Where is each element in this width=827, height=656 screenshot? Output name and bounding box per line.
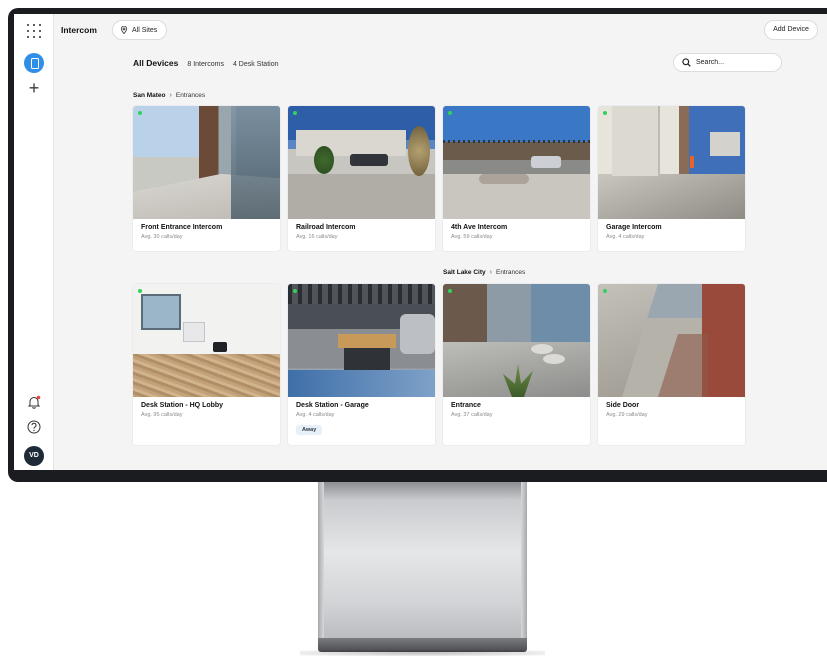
device-card-4th-ave[interactable]: 4th Ave Intercom Avg. 59 calls/day — [443, 106, 590, 251]
tab-desk-station[interactable]: 4 Desk Station — [233, 61, 279, 68]
device-name: Desk Station - Garage — [296, 402, 369, 409]
online-status-dot — [293, 111, 297, 115]
device-calls: Avg. 16 calls/day — [296, 234, 338, 240]
search-icon — [682, 58, 691, 67]
device-calls: Avg. 4 calls/day — [296, 412, 335, 418]
chevron-right-icon: › — [169, 92, 172, 99]
device-calls: Avg. 30 calls/day — [141, 234, 183, 240]
status-badge: Away — [296, 425, 323, 435]
camera-feed-image — [443, 284, 590, 397]
breadcrumb: Salt Lake City › Entrances — [443, 269, 525, 276]
chevron-right-icon: › — [489, 269, 492, 276]
online-status-dot — [448, 111, 452, 115]
device-calls: Avg. 59 calls/day — [451, 234, 493, 240]
intercom-app-icon[interactable] — [24, 53, 44, 73]
app-title: Intercom — [61, 25, 97, 35]
breadcrumb: San Mateo › Entrances — [133, 92, 205, 99]
online-status-dot — [138, 289, 142, 293]
tab-intercoms[interactable]: 8 Intercoms — [187, 61, 224, 68]
device-name: 4th Ave Intercom — [451, 224, 508, 231]
camera-feed-image — [288, 106, 435, 219]
device-name: Front Entrance Intercom — [141, 224, 223, 231]
breadcrumb-location[interactable]: San Mateo — [133, 92, 166, 99]
device-calls: Avg. 4 calls/day — [606, 234, 645, 240]
site-filter-button[interactable]: All Sites — [112, 20, 168, 40]
sidebar: + VD — [14, 14, 54, 470]
device-card-front-entrance[interactable]: Front Entrance Intercom Avg. 30 calls/da… — [133, 106, 280, 251]
device-card-desk-station-hq-lobby[interactable]: Desk Station - HQ Lobby Avg. 95 calls/da… — [133, 284, 280, 445]
device-card-side-door[interactable]: Side Door Avg. 29 calls/day — [598, 284, 745, 445]
online-status-dot — [448, 289, 452, 293]
breadcrumb-area[interactable]: Entrances — [176, 92, 205, 99]
device-calls: Avg. 95 calls/day — [141, 412, 183, 418]
breadcrumb-area[interactable]: Entrances — [496, 269, 525, 276]
avatar[interactable]: VD — [24, 446, 44, 466]
device-card-entrance[interactable]: Entrance Avg. 37 calls/day — [443, 284, 590, 445]
add-app-icon[interactable]: + — [26, 79, 42, 97]
device-name: Desk Station - HQ Lobby — [141, 402, 224, 409]
device-name: Garage Intercom — [606, 224, 662, 231]
app-screen: + VD Intercom All Sites Add Device All D… — [14, 14, 827, 470]
camera-feed-image — [598, 284, 745, 397]
site-filter-label: All Sites — [132, 26, 158, 34]
online-status-dot — [603, 111, 607, 115]
camera-feed-image — [133, 284, 280, 397]
device-name: Railroad Intercom — [296, 224, 356, 231]
device-name: Entrance — [451, 402, 481, 409]
online-status-dot — [138, 111, 142, 115]
device-card-railroad[interactable]: Railroad Intercom Avg. 16 calls/day — [288, 106, 435, 251]
tab-all-devices[interactable]: All Devices — [133, 58, 178, 68]
monitor-stand — [318, 482, 527, 642]
device-calls: Avg. 29 calls/day — [606, 412, 648, 418]
camera-feed-image — [288, 284, 435, 397]
device-name: Side Door — [606, 402, 640, 409]
device-card-desk-station-garage[interactable]: Desk Station - Garage Avg. 4 calls/day A… — [288, 284, 435, 445]
device-calls: Avg. 37 calls/day — [451, 412, 493, 418]
online-status-dot — [293, 289, 297, 293]
help-icon[interactable] — [27, 420, 41, 434]
online-status-dot — [603, 289, 607, 293]
search-box[interactable] — [673, 53, 782, 72]
search-input[interactable] — [696, 59, 776, 66]
bell-icon[interactable] — [27, 395, 41, 409]
stand-shadow — [300, 650, 545, 656]
breadcrumb-location[interactable]: Salt Lake City — [443, 269, 486, 276]
camera-feed-image — [443, 106, 590, 219]
camera-feed-image — [598, 106, 745, 219]
location-pin-icon — [120, 26, 128, 34]
add-device-button[interactable]: Add Device — [764, 20, 818, 40]
camera-feed-image — [133, 106, 280, 219]
app-grid-icon[interactable] — [27, 24, 41, 38]
device-card-garage[interactable]: Garage Intercom Avg. 4 calls/day — [598, 106, 745, 251]
device-filter-tabs: All Devices 8 Intercoms 4 Desk Station — [133, 58, 278, 68]
